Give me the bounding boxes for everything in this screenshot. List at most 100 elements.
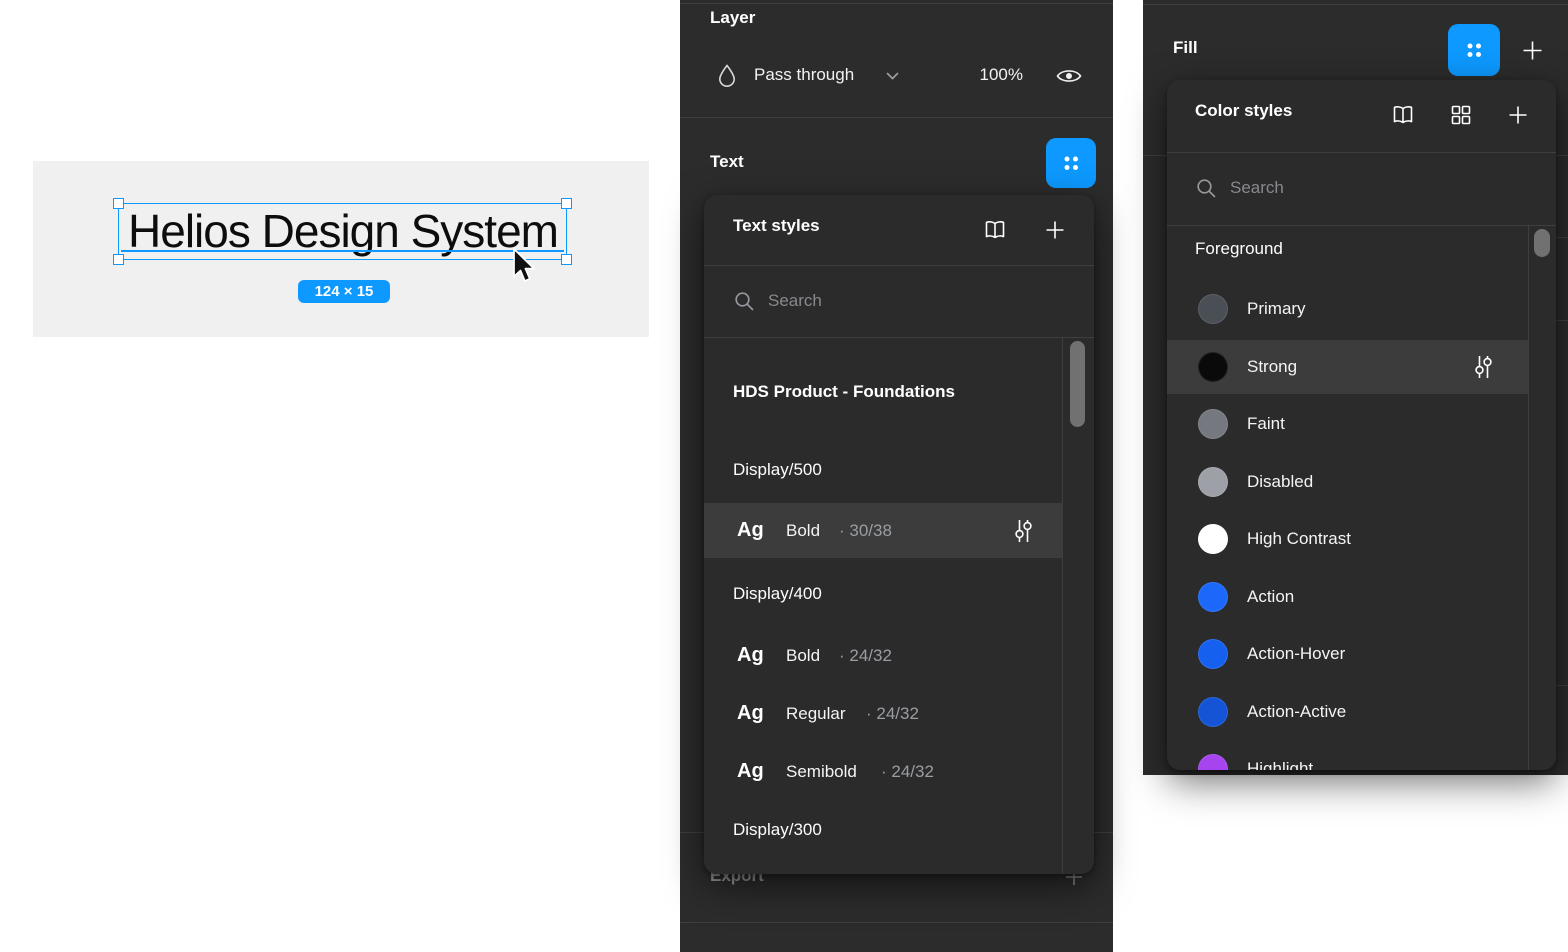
color-name: Faint — [1247, 414, 1285, 434]
color-swatch — [1198, 524, 1228, 554]
selection-handle-bottom-left[interactable] — [113, 254, 124, 265]
style-name: Bold — [786, 646, 820, 666]
style-detail: · 30/38 — [839, 521, 892, 541]
panel-divider — [1143, 4, 1568, 5]
color-style-row[interactable]: Action-Active — [1167, 685, 1528, 739]
search-input[interactable]: Search — [1230, 178, 1284, 198]
color-name: Action-Hover — [1247, 644, 1345, 664]
style-sample: Ag — [737, 702, 764, 725]
scrollbar-thumb[interactable] — [1070, 341, 1085, 427]
color-swatch — [1198, 754, 1228, 770]
style-detail: · 24/32 — [866, 704, 919, 724]
text-style-applied-button[interactable] — [1046, 138, 1096, 188]
section-divider-sliver — [1554, 320, 1568, 321]
style-group-header: Display/500 — [733, 460, 822, 480]
scrollbar-thumb[interactable] — [1534, 229, 1550, 257]
panel-bottom-divider — [680, 922, 1113, 923]
section-divider-sliver — [1554, 685, 1568, 686]
text-baseline-indicator — [121, 250, 564, 252]
design-panel: Layer Pass through 100% Text Export — [680, 0, 1113, 952]
color-name: Highlight — [1247, 759, 1313, 770]
text-style-row-selected[interactable]: Ag Bold · 30/38 — [704, 503, 1062, 558]
panel-divider — [680, 3, 1113, 4]
fill-style-applied-button[interactable] — [1448, 24, 1500, 76]
style-sample: Ag — [737, 644, 764, 667]
blend-mode-droplet-icon — [716, 63, 738, 89]
selection-handle-top-right[interactable] — [561, 198, 572, 209]
style-group-header: Display/400 — [733, 584, 822, 604]
style-name: Semibold — [786, 762, 857, 782]
scroll-track-divider — [1528, 225, 1529, 770]
selection-handle-bottom-right[interactable] — [561, 254, 572, 265]
popup-divider — [1167, 225, 1556, 226]
style-library-book-icon[interactable] — [1390, 102, 1416, 128]
color-swatch — [1198, 294, 1228, 324]
color-swatch — [1198, 639, 1228, 669]
color-style-row[interactable]: Highlight — [1167, 742, 1528, 770]
color-swatch — [1198, 582, 1228, 612]
fill-section-title: Fill — [1173, 38, 1198, 58]
dimension-badge: 124 × 15 — [298, 280, 390, 303]
color-name: Strong — [1247, 357, 1297, 377]
popup-divider — [704, 265, 1094, 266]
color-style-row[interactable]: Action-Hover — [1167, 627, 1528, 681]
style-sample: Ag — [737, 760, 764, 783]
section-divider — [680, 117, 1113, 118]
chevron-down-icon[interactable] — [886, 72, 899, 81]
layer-section-title: Layer — [710, 8, 755, 28]
color-style-row[interactable]: Faint — [1167, 397, 1528, 451]
style-dots-icon — [1059, 151, 1083, 175]
section-divider-sliver — [1554, 237, 1568, 238]
style-name: Regular — [786, 704, 846, 724]
color-swatch — [1198, 409, 1228, 439]
style-group-header: Display/300 — [733, 820, 822, 840]
add-fill-icon[interactable] — [1519, 37, 1546, 64]
color-name: Primary — [1247, 299, 1306, 319]
text-style-row[interactable]: Ag Bold · 24/32 — [704, 628, 1062, 683]
color-group-header: Foreground — [1195, 239, 1283, 259]
style-detail: · 24/32 — [881, 762, 934, 782]
color-swatch — [1198, 697, 1228, 727]
popup-divider — [704, 337, 1094, 338]
color-style-row[interactable]: High Contrast — [1167, 512, 1528, 566]
text-style-row[interactable]: Ag Semibold · 24/32 — [704, 744, 1062, 799]
style-dots-icon — [1462, 38, 1486, 62]
color-styles-popup: Color styles Search Foregroun — [1167, 80, 1556, 770]
edit-style-sliders-icon[interactable] — [1010, 516, 1036, 546]
color-swatch — [1198, 467, 1228, 497]
layer-opacity-field[interactable]: 100% — [968, 65, 1023, 85]
search-input[interactable]: Search — [768, 291, 822, 311]
color-styles-popup-title: Color styles — [1195, 101, 1292, 121]
color-style-row-selected[interactable]: Strong — [1167, 340, 1528, 394]
color-name: Disabled — [1247, 472, 1313, 492]
add-color-style-icon[interactable] — [1505, 102, 1531, 128]
edit-style-sliders-icon[interactable] — [1470, 352, 1496, 382]
color-name: Action — [1247, 587, 1294, 607]
search-icon — [733, 290, 756, 313]
scroll-track-divider — [1062, 337, 1063, 874]
figma-composite-screenshot: Helios Design System 124 × 15 Layer Pass… — [0, 0, 1568, 952]
color-style-row[interactable]: Disabled — [1167, 455, 1528, 509]
text-section-title: Text — [710, 152, 744, 172]
color-style-row[interactable]: Action — [1167, 570, 1528, 624]
mouse-cursor-icon — [510, 247, 538, 285]
style-name: Bold — [786, 521, 820, 541]
canvas-text[interactable]: Helios Design System — [120, 209, 566, 253]
color-swatch — [1198, 352, 1228, 382]
color-name: High Contrast — [1247, 529, 1351, 549]
style-detail: · 24/32 — [839, 646, 892, 666]
style-sample: Ag — [737, 519, 764, 542]
text-styles-popup-title: Text styles — [733, 216, 820, 236]
add-text-style-icon[interactable] — [1042, 217, 1068, 243]
text-styles-popup: Text styles Search HDS Product - Foundat… — [704, 195, 1094, 874]
color-name: Action-Active — [1247, 702, 1346, 722]
style-library-book-icon[interactable] — [982, 217, 1008, 243]
color-style-row[interactable]: Primary — [1167, 282, 1528, 336]
grid-view-icon[interactable] — [1448, 102, 1474, 128]
blend-mode-select[interactable]: Pass through — [754, 65, 854, 85]
layer-visibility-eye-icon[interactable] — [1056, 65, 1082, 87]
text-style-row[interactable]: Ag Regular · 24/32 — [704, 686, 1062, 741]
selection-handle-top-left[interactable] — [113, 198, 124, 209]
fill-panel: Fill Color styles — [1143, 0, 1568, 775]
search-icon — [1195, 177, 1218, 200]
